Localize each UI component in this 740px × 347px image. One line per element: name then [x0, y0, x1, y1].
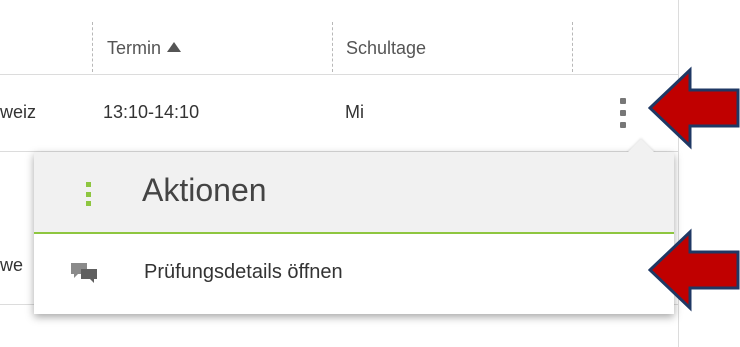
- menu-item-label: Prüfungsdetails öffnen: [144, 261, 343, 283]
- menu-item-pruefungsdetails[interactable]: Prüfungsdetails öffnen: [34, 234, 674, 314]
- row-actions-kebab-icon[interactable]: [615, 98, 631, 128]
- table-header: Termin Schultage: [0, 16, 678, 75]
- popup-header: Aktionen: [34, 152, 674, 234]
- column-header-schultage[interactable]: Schultage: [346, 38, 426, 59]
- column-separator: [332, 22, 333, 72]
- column-header-termin-label: Termin: [107, 38, 162, 58]
- cell-schultage: Mi: [345, 102, 364, 122]
- column-header-termin[interactable]: Termin: [107, 38, 182, 59]
- column-separator: [92, 22, 93, 72]
- annotation-arrow: [648, 228, 740, 312]
- annotation-arrow: [648, 66, 740, 150]
- table-row[interactable]: weiz 13:10-14:10 Mi: [0, 75, 678, 152]
- popup-title: Aktionen: [142, 172, 267, 208]
- cell-termin: 13:10-14:10: [103, 102, 200, 122]
- green-kebab-icon: [86, 182, 92, 206]
- chat-bubbles-icon: [71, 263, 97, 283]
- actions-popup: Aktionen Prüfungsdetails öffnen: [34, 139, 674, 314]
- column-separator: [572, 22, 573, 72]
- cell-truncated: we: [0, 255, 24, 275]
- sort-ascending-icon: [167, 42, 182, 52]
- cell-truncated: weiz: [0, 102, 37, 122]
